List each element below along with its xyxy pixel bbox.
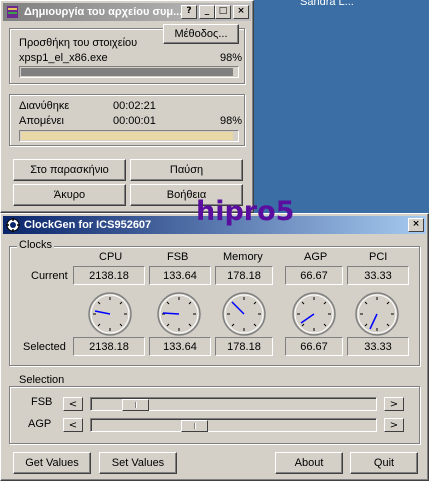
cancel-button[interactable]: Άκυρο <box>13 184 126 206</box>
selection-group-title: Selection <box>17 374 67 386</box>
install-window: Δημιουργία του αρχείου συμ... ? _ □ × Μέ… <box>0 0 254 213</box>
pause-button[interactable]: Παύση <box>130 159 243 181</box>
quit-button[interactable]: Quit <box>350 452 418 474</box>
column-memory: Memory <box>223 251 263 263</box>
pci-clock-icon <box>355 292 399 336</box>
agp-slider-label: AGP <box>28 418 52 430</box>
close-icon[interactable]: × <box>233 5 249 19</box>
fsb-slider[interactable] <box>90 397 377 411</box>
fsb-slider-label: FSB <box>31 396 53 408</box>
cpu-clock-icon <box>88 292 132 336</box>
remaining-label: Απομένει <box>19 115 64 127</box>
memory-clock-icon <box>222 292 266 336</box>
get-values-button[interactable]: Get Values <box>13 452 91 474</box>
minimize-icon[interactable]: _ <box>199 5 215 19</box>
close-icon[interactable]: × <box>408 218 424 232</box>
fsb-clock-icon <box>157 292 201 336</box>
elapsed-label: Διανύθηκε <box>19 100 70 112</box>
fsb-slider-thumb[interactable] <box>122 399 149 411</box>
installer-icon <box>7 6 18 18</box>
elapsed-time: 00:02:21 <box>113 100 156 112</box>
install-titlebar[interactable]: Δημιουργία του αρχείου συμ... ? _ □ × <box>3 3 251 21</box>
maximize-icon[interactable]: □ <box>215 5 231 19</box>
clockgen-window: ClockGen for ICS952607 × Clocks CPU FSB … <box>0 213 429 481</box>
selected-pci-value: 33.33 <box>347 337 409 356</box>
current-agp-value: 66.67 <box>285 266 343 285</box>
clocks-group-title: Clocks <box>17 239 55 251</box>
agp-right-arrow-icon[interactable]: > <box>384 418 404 432</box>
selected-agp-value: 66.67 <box>285 337 343 356</box>
clockgen-gear-icon <box>6 218 20 232</box>
desktop-icon-label[interactable]: Sandra L... <box>300 0 354 8</box>
column-pci: PCI <box>369 251 388 263</box>
current-memory-value: 178.18 <box>215 266 273 285</box>
help-icon[interactable]: ? <box>181 5 197 19</box>
agp-clock-icon <box>292 292 336 336</box>
add-item-label: Προσθήκη του στοιχείου <box>19 37 138 49</box>
fsb-left-arrow-icon[interactable]: < <box>63 397 83 411</box>
background-button[interactable]: Στο παρασκήνιο <box>13 159 126 181</box>
overall-progress-bar <box>19 130 239 142</box>
set-values-button[interactable]: Set Values <box>99 452 177 474</box>
column-agp: AGP <box>304 251 328 263</box>
watermark-logo: hipro5 <box>196 196 295 227</box>
overall-percent: 98% <box>220 115 243 127</box>
current-label: Current <box>31 270 68 282</box>
overall-progress-fill <box>21 132 233 140</box>
file-progress-bar <box>19 66 239 78</box>
file-name: xpsp1_el_x86.exe <box>19 52 108 64</box>
selected-memory-value: 178.18 <box>215 337 273 356</box>
selected-cpu-value: 2138.18 <box>73 337 145 356</box>
file-percent: 98% <box>220 52 243 64</box>
file-progress-fill <box>21 68 233 76</box>
column-cpu: CPU <box>99 251 123 263</box>
selected-label: Selected <box>23 341 66 353</box>
agp-left-arrow-icon[interactable]: < <box>63 418 83 432</box>
agp-slider[interactable] <box>90 418 377 432</box>
fsb-right-arrow-icon[interactable]: > <box>384 397 404 411</box>
install-window-title: Δημιουργία του αρχείου συμ... <box>24 6 181 18</box>
column-fsb: FSB <box>167 251 189 263</box>
remaining-time: 00:00:01 <box>113 115 156 127</box>
current-fsb-value: 133.64 <box>149 266 211 285</box>
selection-group <box>9 386 420 444</box>
selected-fsb-value: 133.64 <box>149 337 211 356</box>
about-button[interactable]: About <box>275 452 343 474</box>
current-cpu-value: 2138.18 <box>73 266 145 285</box>
current-pci-value: 33.33 <box>347 266 409 285</box>
agp-slider-thumb[interactable] <box>181 420 208 432</box>
method-button[interactable]: Μέθοδος... <box>163 24 239 44</box>
